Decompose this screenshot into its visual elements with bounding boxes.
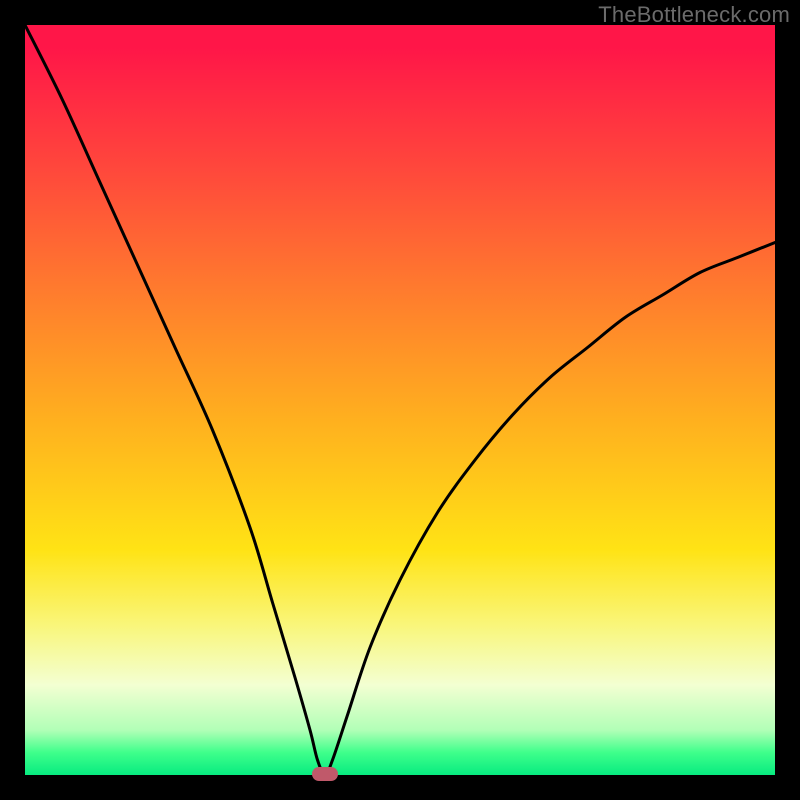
watermark-label: TheBottleneck.com (598, 2, 790, 28)
optimal-point-marker (312, 767, 338, 781)
bottleneck-curve (25, 25, 775, 775)
plot-area (25, 25, 775, 775)
chart-frame: TheBottleneck.com (0, 0, 800, 800)
